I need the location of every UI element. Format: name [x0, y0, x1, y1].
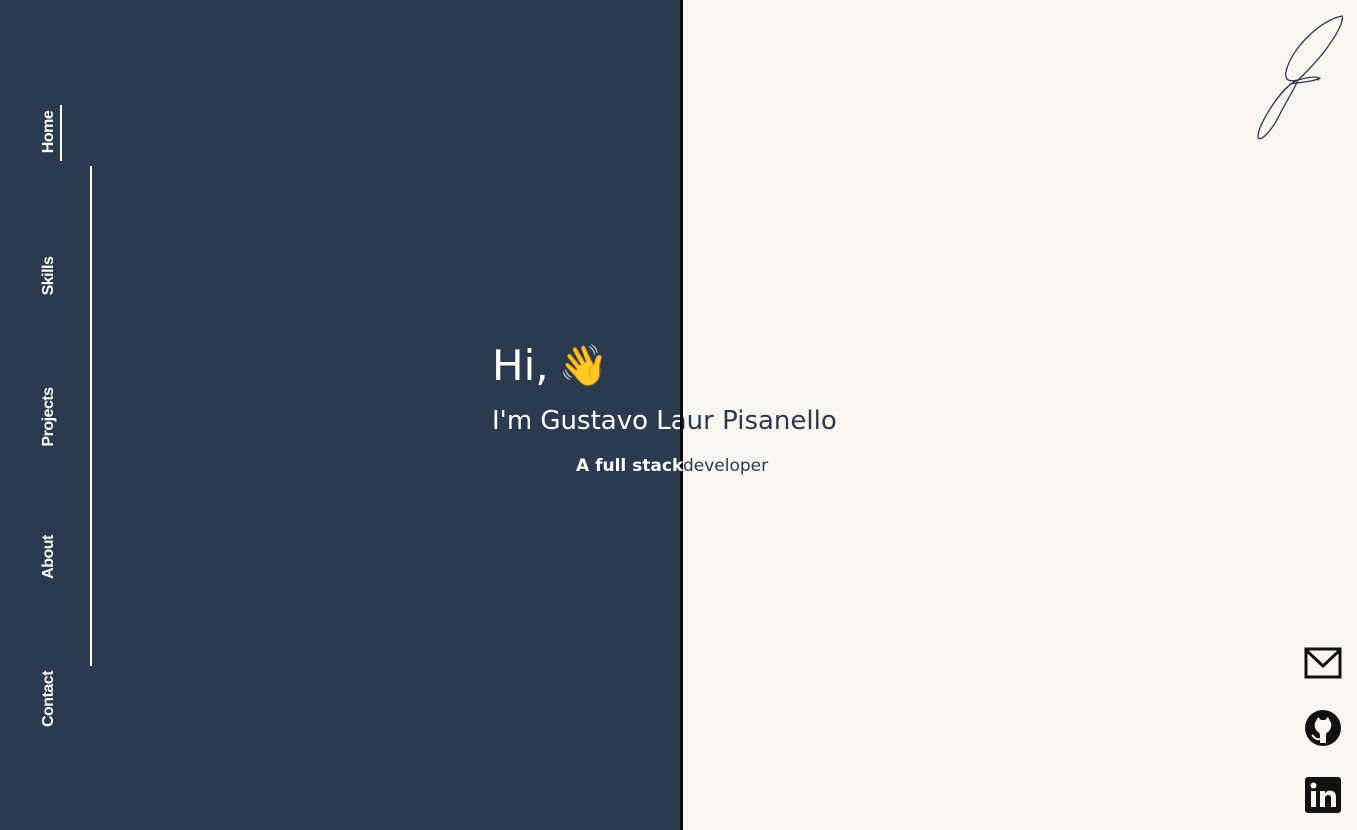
split-divider: [680, 0, 683, 830]
hero-name-light: I'm Gustavo Laur Pisanello: [492, 406, 680, 436]
nav-progress-line: [90, 166, 92, 666]
subtitle-dark: developer: [683, 456, 769, 476]
mail-icon[interactable]: [1304, 645, 1342, 683]
hero-greeting: Hi, 👋: [492, 340, 608, 392]
nav-label-projects[interactable]: Projects: [40, 387, 58, 446]
signature-logo[interactable]: [1250, 10, 1350, 145]
waving-hand-icon: 👋: [558, 343, 609, 389]
greeting-text: Hi,: [492, 341, 549, 390]
subtitle-light: A full stack: [576, 456, 684, 476]
linkedin-icon[interactable]: [1304, 776, 1342, 814]
nav-label-contact[interactable]: Contact: [40, 671, 58, 727]
github-icon[interactable]: [1304, 709, 1342, 747]
nav-label-home[interactable]: Home: [40, 111, 58, 153]
nav-label-about[interactable]: About: [40, 535, 58, 579]
nav-active-indicator: [60, 105, 62, 161]
nav-label-skills[interactable]: Skills: [40, 257, 58, 296]
